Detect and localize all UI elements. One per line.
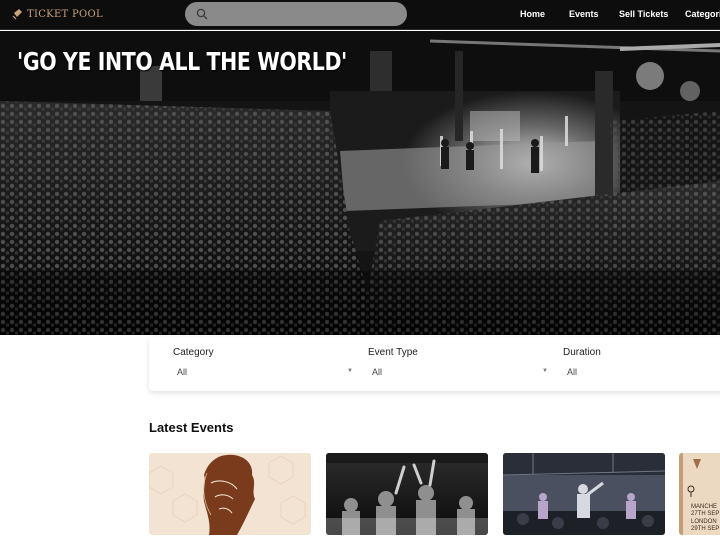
category-filter-label: Category [173,347,214,358]
poster-city-2: LONDON [691,519,717,525]
poster-city-1: MANCHE [691,504,718,510]
event-type-filter-label: Event Type [368,347,418,358]
main-nav: Home Events Sell Tickets Categori [0,0,720,30]
duration-filter-select[interactable]: All [567,367,577,377]
duration-filter-label: Duration [563,347,601,358]
stage-performance-image [503,453,665,535]
event-filter-panel: Category All ▼ Event Type All ▼ Duration… [149,337,720,391]
event-card[interactable] [326,453,488,535]
nav-events-link[interactable]: Events [569,9,599,19]
event-card[interactable] [149,453,311,535]
concert-crowd-image [0,31,720,335]
event-card[interactable] [503,453,665,535]
worship-crowd-image [326,453,488,535]
nav-categories-link[interactable]: Categori [685,9,720,19]
hero-banner: 'GO YE INTO ALL THE WORLD' [0,31,720,335]
event-type-filter-select[interactable]: All [372,367,382,377]
nav-home-link[interactable]: Home [520,9,545,19]
nav-sell-tickets-link[interactable]: Sell Tickets [619,9,668,19]
hero-title: 'GO YE INTO ALL THE WORLD' [17,47,347,76]
category-filter[interactable]: Category All ▼ [149,337,353,391]
latest-events-heading: Latest Events [149,420,234,435]
duration-filter[interactable]: Duration All [539,337,720,391]
poster-date-1: 27TH SEP [691,511,720,517]
face-line-art-image [149,453,311,535]
poster-date-2: 29TH SEP [691,526,720,532]
top-navigation-bar: TICKET POOL Home Events Sell Tickets Cat… [0,0,720,30]
event-card[interactable]: MANCHE 27TH SEP LONDON 29TH SEP [679,453,720,535]
category-filter-select[interactable]: All [177,367,187,377]
event-type-filter[interactable]: Event Type All ▼ [344,337,548,391]
